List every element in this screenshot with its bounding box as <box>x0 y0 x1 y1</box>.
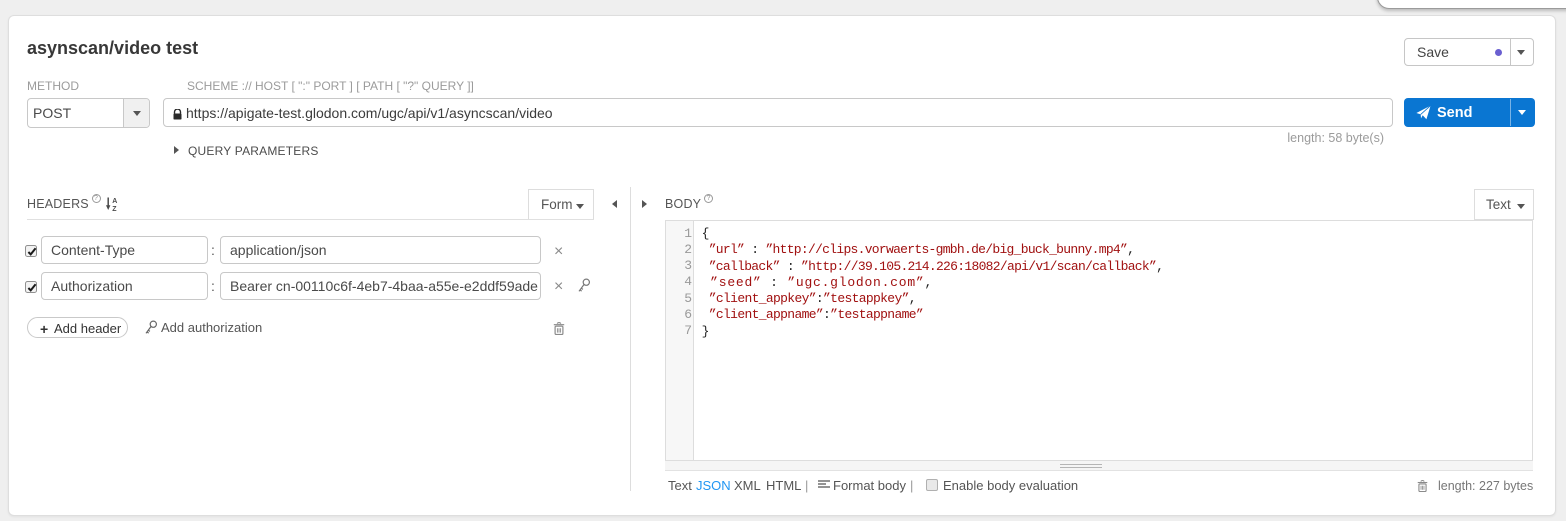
svg-text:A: A <box>112 198 117 205</box>
svg-text:Z: Z <box>112 206 117 212</box>
